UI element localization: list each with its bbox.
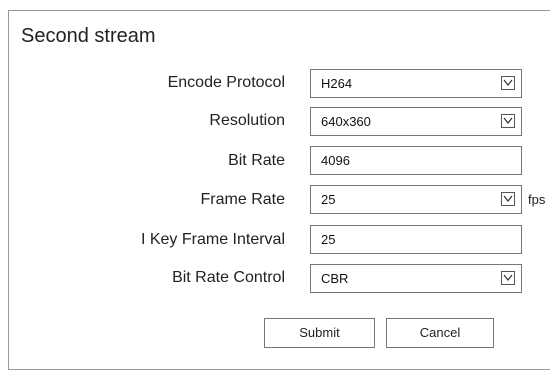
frame-rate-select[interactable]: 25 (310, 185, 522, 214)
encode-protocol-value: H264 (321, 76, 353, 91)
cancel-button[interactable]: Cancel (386, 318, 494, 348)
frame-rate-label: Frame Rate (200, 191, 285, 208)
chevron-down-icon[interactable] (501, 114, 515, 128)
chevron-down-icon[interactable] (501, 76, 515, 90)
frame-rate-unit: fps (528, 192, 546, 207)
resolution-value: 640x360 (321, 114, 371, 129)
chevron-down-icon[interactable] (501, 271, 515, 285)
bit-rate-label: Bit Rate (228, 152, 285, 169)
encode-protocol-select[interactable]: H264 (310, 69, 522, 98)
submit-button[interactable]: Submit (264, 318, 375, 348)
bit-rate-control-value: CBR (321, 271, 349, 286)
i-key-frame-interval-input[interactable]: 25 (310, 225, 522, 254)
chevron-down-icon[interactable] (501, 192, 515, 206)
panel-title: Second stream (21, 25, 156, 47)
resolution-select[interactable]: 640x360 (310, 107, 522, 136)
bit-rate-control-select[interactable]: CBR (310, 264, 522, 293)
bit-rate-control-label: Bit Rate Control (172, 269, 285, 286)
i-key-frame-interval-label: I Key Frame Interval (140, 231, 285, 248)
bit-rate-value: 4096 (321, 153, 350, 168)
encode-protocol-label: Encode Protocol (167, 74, 285, 91)
resolution-label: Resolution (209, 112, 285, 129)
i-key-frame-interval-value: 25 (321, 232, 336, 247)
frame-rate-value: 25 (321, 192, 336, 207)
bit-rate-input[interactable]: 4096 (310, 146, 522, 175)
